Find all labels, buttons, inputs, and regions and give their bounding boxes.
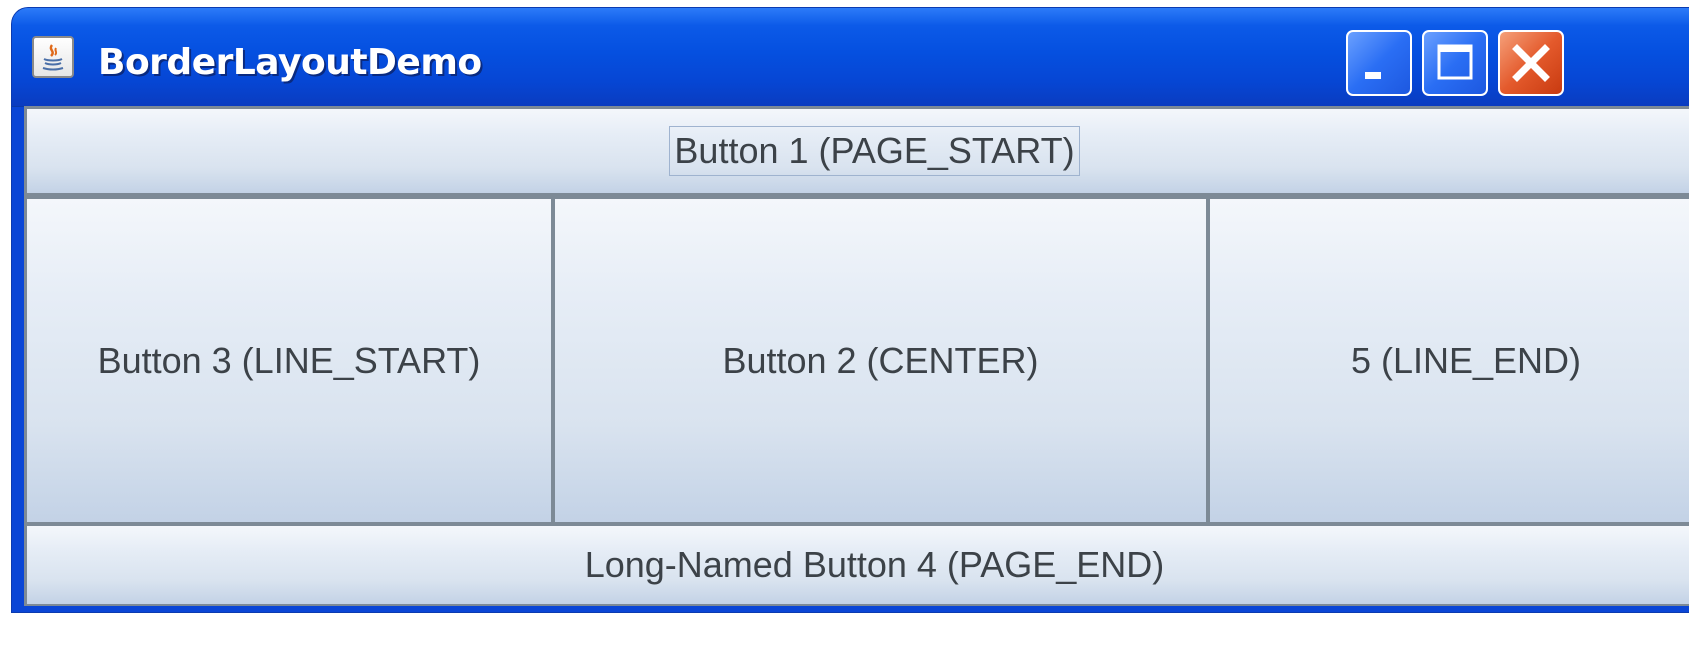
center-button-label: Button 2 (CENTER) [722, 339, 1039, 381]
window-title: BorderLayoutDemo [98, 42, 482, 83]
page-start-button-label: Button 1 (PAGE_START) [669, 126, 1080, 176]
minimize-icon [1365, 72, 1381, 79]
maximize-icon [1437, 44, 1473, 80]
page-start-button[interactable]: Button 1 (PAGE_START) [27, 109, 1689, 193]
title-bar[interactable]: BorderLayoutDemo [12, 8, 1689, 107]
line-start-button[interactable]: Button 3 (LINE_START) [27, 199, 551, 522]
maximize-button[interactable] [1422, 30, 1488, 96]
center-button[interactable]: Button 2 (CENTER) [555, 199, 1206, 522]
line-start-button-label: Button 3 (LINE_START) [97, 339, 481, 381]
close-icon [1512, 44, 1550, 82]
application-window: BorderLayoutDemo Button 1 (PAGE_START) B… [12, 8, 1689, 612]
java-icon[interactable] [32, 36, 74, 78]
page-end-button[interactable]: Long-Named Button 4 (PAGE_END) [27, 526, 1689, 604]
line-end-button-label: 5 (LINE_END) [1350, 339, 1582, 381]
close-button[interactable] [1498, 30, 1564, 96]
border-layout-panel: Button 1 (PAGE_START) Button 3 (LINE_STA… [24, 106, 1689, 606]
page-end-button-label: Long-Named Button 4 (PAGE_END) [584, 544, 1165, 585]
minimize-button[interactable] [1346, 30, 1412, 96]
line-end-button[interactable]: 5 (LINE_END) [1210, 199, 1689, 522]
